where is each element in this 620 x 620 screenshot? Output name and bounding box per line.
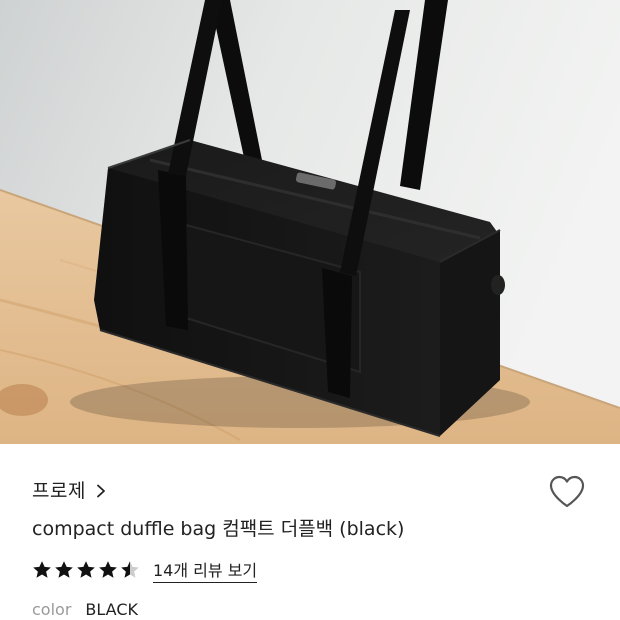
- star-filled-icon: [76, 560, 96, 580]
- star-filled-icon: [32, 560, 52, 580]
- brand-link[interactable]: 프로제: [32, 476, 106, 503]
- brand-name: 프로제: [32, 480, 86, 502]
- option-row: color BLACK: [32, 600, 138, 619]
- star-filled-icon: [98, 560, 118, 580]
- star-half-icon: [120, 560, 140, 580]
- review-link[interactable]: 14개 리뷰 보기: [153, 557, 258, 583]
- rating-row: 14개 리뷰 보기: [32, 557, 258, 583]
- star-filled-icon: [54, 560, 74, 580]
- option-label: color: [32, 600, 72, 619]
- product-image[interactable]: [0, 0, 620, 444]
- product-title: compact duffle bag 컴팩트 더플백 (black): [32, 518, 405, 540]
- product-info: 프로제 compact duffle bag 컴팩트 더플백 (black) 1…: [0, 444, 620, 620]
- star-rating: [32, 560, 142, 580]
- heart-outline-icon: [548, 475, 586, 514]
- wishlist-button[interactable]: [548, 474, 586, 510]
- chevron-right-icon: [96, 483, 106, 497]
- product-page: 프로제 compact duffle bag 컴팩트 더플백 (black) 1…: [0, 0, 620, 620]
- product-photo-drawing: [0, 0, 620, 444]
- option-value: BLACK: [85, 600, 138, 619]
